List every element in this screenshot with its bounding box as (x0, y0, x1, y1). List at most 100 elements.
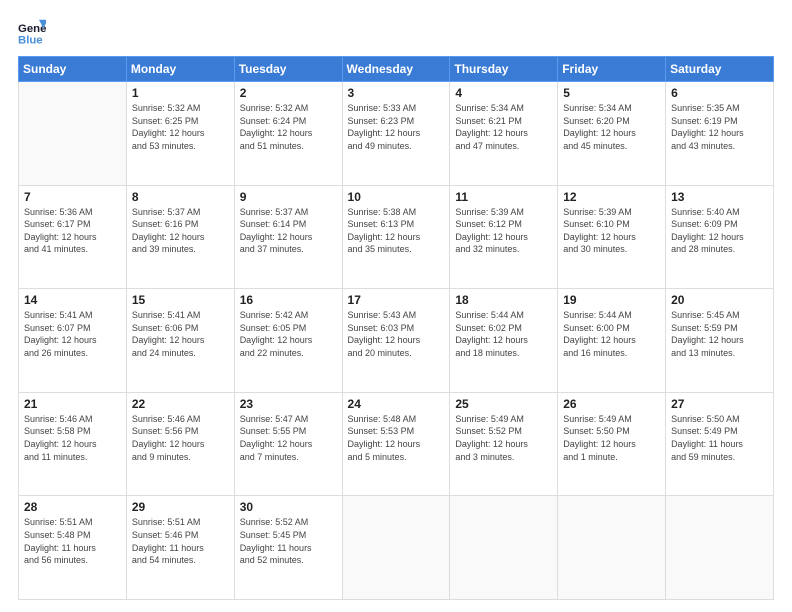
day-info: Sunrise: 5:32 AM Sunset: 6:24 PM Dayligh… (240, 102, 337, 152)
day-number: 28 (24, 500, 121, 514)
day-info: Sunrise: 5:34 AM Sunset: 6:21 PM Dayligh… (455, 102, 552, 152)
day-number: 29 (132, 500, 229, 514)
weekday-header: Thursday (450, 57, 558, 82)
weekday-header: Sunday (19, 57, 127, 82)
calendar-cell: 9 Sunrise: 5:37 AM Sunset: 6:14 PM Daylig… (234, 185, 342, 289)
day-number: 9 (240, 190, 337, 204)
calendar-week-row: 1 Sunrise: 5:32 AM Sunset: 6:25 PM Daylig… (19, 82, 774, 186)
calendar-header-row: SundayMondayTuesdayWednesdayThursdayFrid… (19, 57, 774, 82)
day-info: Sunrise: 5:36 AM Sunset: 6:17 PM Dayligh… (24, 206, 121, 256)
calendar-cell: 2 Sunrise: 5:32 AM Sunset: 6:24 PM Daylig… (234, 82, 342, 186)
day-number: 19 (563, 293, 660, 307)
logo-icon: General Blue (18, 18, 46, 46)
logo: General Blue (18, 18, 46, 46)
calendar-week-row: 21Sunrise: 5:46 AM Sunset: 5:58 PM Dayli… (19, 392, 774, 496)
calendar-cell: 5 Sunrise: 5:34 AM Sunset: 6:20 PM Daylig… (558, 82, 666, 186)
day-info: Sunrise: 5:39 AM Sunset: 6:10 PM Dayligh… (563, 206, 660, 256)
calendar-cell: 28 Sunrise: 5:51 AM Sunset: 5:48 PM Dayli… (19, 496, 127, 600)
calendar-cell: 20 Sunrise: 5:45 AM Sunset: 5:59 PM Dayli… (666, 289, 774, 393)
calendar-cell: 14 Sunrise: 5:41 AM Sunset: 6:07 PM Dayli… (19, 289, 127, 393)
day-number: 26 (563, 397, 660, 411)
day-number: 30 (240, 500, 337, 514)
day-info: Sunrise: 5:41 AM Sunset: 6:06 PM Dayligh… (132, 309, 229, 359)
day-number: 7 (24, 190, 121, 204)
calendar-cell (19, 82, 127, 186)
day-number: 20 (671, 293, 768, 307)
day-number: 11 (455, 190, 552, 204)
calendar-cell: 3 Sunrise: 5:33 AM Sunset: 6:23 PM Daylig… (342, 82, 450, 186)
day-info: Sunrise: 5:43 AM Sunset: 6:03 PM Dayligh… (348, 309, 445, 359)
calendar-table: SundayMondayTuesdayWednesdayThursdayFrid… (18, 56, 774, 600)
weekday-header: Tuesday (234, 57, 342, 82)
day-number: 27 (671, 397, 768, 411)
calendar-cell: 22 Sunrise: 5:46 AM Sunset: 5:56 PM Dayli… (126, 392, 234, 496)
day-number: 25 (455, 397, 552, 411)
day-info: Sunrise: 5:35 AM Sunset: 6:19 PM Dayligh… (671, 102, 768, 152)
day-info: Sunrise: 5:48 AM Sunset: 5:53 PM Dayligh… (348, 413, 445, 463)
calendar-cell: 27 Sunrise: 5:50 AM Sunset: 5:49 PM Dayli… (666, 392, 774, 496)
calendar-cell: 24 Sunrise: 5:48 AM Sunset: 5:53 PM Dayli… (342, 392, 450, 496)
day-info: Sunrise: 5:40 AM Sunset: 6:09 PM Dayligh… (671, 206, 768, 256)
day-info: Sunrise: 5:47 AM Sunset: 5:55 PM Dayligh… (240, 413, 337, 463)
calendar-cell: 11 Sunrise: 5:39 AM Sunset: 6:12 PM Dayli… (450, 185, 558, 289)
day-number: 13 (671, 190, 768, 204)
day-number: 24 (348, 397, 445, 411)
day-info: Sunrise: 5:46 AM Sunset: 5:58 PM Dayligh… (24, 413, 121, 463)
day-info: Sunrise: 5:37 AM Sunset: 6:14 PM Dayligh… (240, 206, 337, 256)
day-number: 8 (132, 190, 229, 204)
day-number: 14 (24, 293, 121, 307)
day-info: Sunrise: 5:46 AM Sunset: 5:56 PM Dayligh… (132, 413, 229, 463)
calendar-cell: 4 Sunrise: 5:34 AM Sunset: 6:21 PM Daylig… (450, 82, 558, 186)
day-info: Sunrise: 5:32 AM Sunset: 6:25 PM Dayligh… (132, 102, 229, 152)
weekday-header: Wednesday (342, 57, 450, 82)
day-number: 2 (240, 86, 337, 100)
day-info: Sunrise: 5:52 AM Sunset: 5:45 PM Dayligh… (240, 516, 337, 566)
calendar-cell: 29Sunrise: 5:51 AM Sunset: 5:46 PM Dayli… (126, 496, 234, 600)
calendar-cell: 19 Sunrise: 5:44 AM Sunset: 6:00 PM Dayli… (558, 289, 666, 393)
calendar-cell: 17 Sunrise: 5:43 AM Sunset: 6:03 PM Dayli… (342, 289, 450, 393)
day-info: Sunrise: 5:39 AM Sunset: 6:12 PM Dayligh… (455, 206, 552, 256)
day-number: 4 (455, 86, 552, 100)
day-number: 6 (671, 86, 768, 100)
day-info: Sunrise: 5:41 AM Sunset: 6:07 PM Dayligh… (24, 309, 121, 359)
day-number: 16 (240, 293, 337, 307)
calendar-cell: 16Sunrise: 5:42 AM Sunset: 6:05 PM Dayli… (234, 289, 342, 393)
day-number: 1 (132, 86, 229, 100)
calendar-cell (666, 496, 774, 600)
calendar-week-row: 7 Sunrise: 5:36 AM Sunset: 6:17 PM Daylig… (19, 185, 774, 289)
calendar-cell: 6 Sunrise: 5:35 AM Sunset: 6:19 PM Daylig… (666, 82, 774, 186)
svg-text:Blue: Blue (18, 34, 43, 46)
calendar-cell: 10Sunrise: 5:38 AM Sunset: 6:13 PM Dayli… (342, 185, 450, 289)
weekday-header: Saturday (666, 57, 774, 82)
calendar-cell: 1 Sunrise: 5:32 AM Sunset: 6:25 PM Daylig… (126, 82, 234, 186)
day-info: Sunrise: 5:51 AM Sunset: 5:48 PM Dayligh… (24, 516, 121, 566)
calendar-cell: 30 Sunrise: 5:52 AM Sunset: 5:45 PM Dayli… (234, 496, 342, 600)
day-info: Sunrise: 5:34 AM Sunset: 6:20 PM Dayligh… (563, 102, 660, 152)
calendar-cell: 25Sunrise: 5:49 AM Sunset: 5:52 PM Dayli… (450, 392, 558, 496)
day-info: Sunrise: 5:50 AM Sunset: 5:49 PM Dayligh… (671, 413, 768, 463)
calendar-cell: 18 Sunrise: 5:44 AM Sunset: 6:02 PM Dayli… (450, 289, 558, 393)
day-number: 22 (132, 397, 229, 411)
day-info: Sunrise: 5:44 AM Sunset: 6:00 PM Dayligh… (563, 309, 660, 359)
day-number: 17 (348, 293, 445, 307)
day-number: 23 (240, 397, 337, 411)
day-number: 5 (563, 86, 660, 100)
day-info: Sunrise: 5:44 AM Sunset: 6:02 PM Dayligh… (455, 309, 552, 359)
calendar-cell: 23 Sunrise: 5:47 AM Sunset: 5:55 PM Dayli… (234, 392, 342, 496)
calendar-cell: 21Sunrise: 5:46 AM Sunset: 5:58 PM Dayli… (19, 392, 127, 496)
day-number: 15 (132, 293, 229, 307)
day-info: Sunrise: 5:33 AM Sunset: 6:23 PM Dayligh… (348, 102, 445, 152)
day-number: 18 (455, 293, 552, 307)
page-header: General Blue (18, 18, 774, 46)
day-info: Sunrise: 5:38 AM Sunset: 6:13 PM Dayligh… (348, 206, 445, 256)
day-number: 3 (348, 86, 445, 100)
day-info: Sunrise: 5:49 AM Sunset: 5:50 PM Dayligh… (563, 413, 660, 463)
calendar-cell (342, 496, 450, 600)
calendar-cell: 15 Sunrise: 5:41 AM Sunset: 6:06 PM Dayli… (126, 289, 234, 393)
weekday-header: Monday (126, 57, 234, 82)
calendar-cell (558, 496, 666, 600)
calendar-cell: 26 Sunrise: 5:49 AM Sunset: 5:50 PM Dayli… (558, 392, 666, 496)
day-info: Sunrise: 5:45 AM Sunset: 5:59 PM Dayligh… (671, 309, 768, 359)
calendar-week-row: 28 Sunrise: 5:51 AM Sunset: 5:48 PM Dayli… (19, 496, 774, 600)
calendar-cell: 7 Sunrise: 5:36 AM Sunset: 6:17 PM Daylig… (19, 185, 127, 289)
